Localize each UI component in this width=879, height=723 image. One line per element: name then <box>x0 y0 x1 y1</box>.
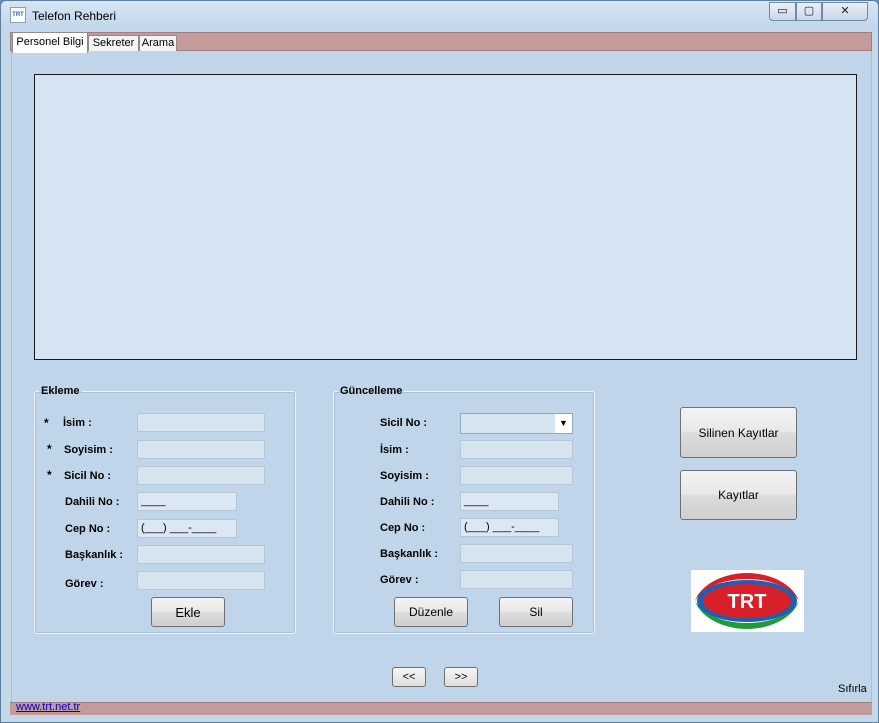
guncel-gorev-label: Görev : <box>380 574 419 586</box>
close-button[interactable]: ✕ <box>822 2 868 21</box>
guncel-soyisim-input[interactable] <box>460 466 573 485</box>
sil-button[interactable]: Sil <box>499 597 573 627</box>
guncel-baskanlik-input[interactable] <box>460 544 573 563</box>
ekleme-isim-input[interactable] <box>137 413 265 432</box>
guncelleme-legend: Güncelleme <box>340 385 403 397</box>
guncel-gorev-input[interactable] <box>460 570 573 589</box>
ekleme-cep-no-input[interactable]: (___) ___-____ <box>137 519 237 538</box>
records-grid[interactable] <box>34 74 857 360</box>
ekleme-gorev-label: Görev : <box>65 578 104 590</box>
ekleme-legend: Ekleme <box>41 385 80 397</box>
app-window: TRT Telefon Rehberi ▭ ▢ ✕ Personel Bilgi… <box>0 0 879 723</box>
guncel-soyisim-label: Soyisim : <box>380 470 429 482</box>
required-mark: * <box>47 442 52 456</box>
app-icon: TRT <box>10 7 26 23</box>
guncel-isim-input[interactable] <box>460 440 573 459</box>
duzenle-button[interactable]: Düzenle <box>394 597 468 627</box>
guncel-cep-no-label: Cep No : <box>380 522 426 534</box>
trt-logo-graphic: TRT <box>695 573 799 629</box>
chevron-down-icon[interactable]: ▼ <box>555 414 572 433</box>
required-mark: * <box>44 416 49 430</box>
guncel-isim-label: İsim : <box>380 444 409 456</box>
ekleme-soyisim-input[interactable] <box>137 440 265 459</box>
guncel-dahili-no-input[interactable]: ____ <box>460 492 559 511</box>
ekleme-cep-no-label: Cep No : <box>65 523 111 535</box>
guncel-dahili-no-label: Dahili No : <box>380 496 435 508</box>
trt-logo-text: TRT <box>728 591 767 613</box>
next-page-button[interactable]: >> <box>444 667 478 687</box>
guncel-cep-no-input[interactable]: (___) ___-____ <box>460 518 559 537</box>
window-title: Telefon Rehberi <box>32 9 117 23</box>
tab-strip: Personel Bilgi Sekreter Arama <box>10 32 872 53</box>
ekleme-soyisim-label: Soyisim : <box>64 444 113 456</box>
prev-page-button[interactable]: << <box>392 667 426 687</box>
ekleme-dahili-no-input[interactable]: ____ <box>137 492 237 511</box>
tab-sekreter[interactable]: Sekreter <box>88 35 139 52</box>
ekleme-sicil-no-label: Sicil No : <box>64 470 112 482</box>
tab-personel-bilgi[interactable]: Personel Bilgi <box>12 32 88 53</box>
sifirla-label[interactable]: Sıfırla <box>838 683 867 695</box>
trt-website-link[interactable]: www.trt.net.tr <box>16 701 80 713</box>
ekleme-baskanlik-input[interactable] <box>137 545 265 564</box>
ekleme-sicil-no-input[interactable] <box>137 466 265 485</box>
silinen-kayitlar-button[interactable]: Silinen Kayıtlar <box>680 407 797 458</box>
title-bar[interactable]: TRT Telefon Rehberi ▭ ▢ ✕ <box>1 1 878 31</box>
ekleme-dahili-no-label: Dahili No : <box>65 496 120 508</box>
maximize-icon: ▢ <box>803 5 815 17</box>
kayitlar-button[interactable]: Kayıtlar <box>680 470 797 520</box>
required-mark: * <box>47 468 52 482</box>
ekle-button[interactable]: Ekle <box>151 597 225 627</box>
guncel-baskanlik-label: Başkanlık : <box>380 548 439 560</box>
close-icon: ✕ <box>840 5 850 17</box>
guncel-sicil-no-label: Sicil No : <box>380 417 428 429</box>
ekleme-gorev-input[interactable] <box>137 571 265 590</box>
maximize-button[interactable]: ▢ <box>796 2 822 21</box>
guncel-sicil-no-combo[interactable]: ▼ <box>460 413 573 434</box>
tab-content-panel: Ekleme * İsim : * Soyisim : * Sicil No :… <box>11 51 872 702</box>
minimize-icon: ▭ <box>777 5 788 17</box>
status-bar <box>10 702 872 715</box>
tab-arama[interactable]: Arama <box>139 35 177 52</box>
minimize-button[interactable]: ▭ <box>769 2 796 21</box>
trt-logo: TRT <box>691 570 804 632</box>
ekleme-baskanlik-label: Başkanlık : <box>65 549 124 561</box>
ekleme-isim-label: İsim : <box>63 417 92 429</box>
